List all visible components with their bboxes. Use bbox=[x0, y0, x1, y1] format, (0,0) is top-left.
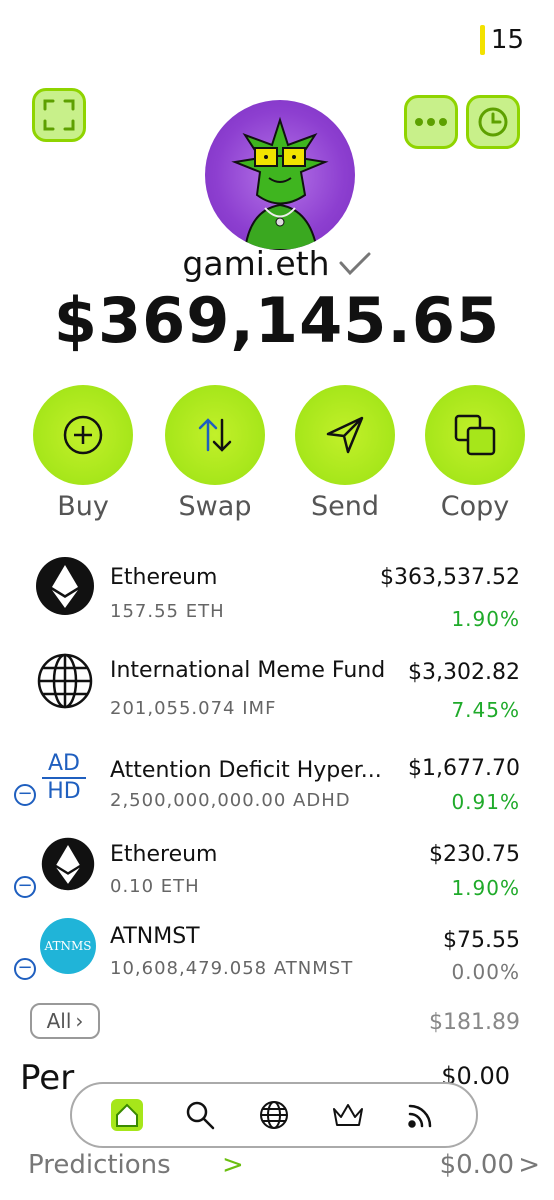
adhd-icon-bottom-text: HD bbox=[47, 779, 81, 804]
nav-rewards[interactable] bbox=[328, 1095, 368, 1135]
home-icon bbox=[110, 1099, 143, 1131]
send-label: Send bbox=[310, 491, 379, 522]
ethereum-icon bbox=[40, 836, 96, 892]
avatar-character-icon bbox=[231, 116, 329, 250]
token-name: Ethereum bbox=[110, 842, 218, 867]
token-name: International Meme Fund bbox=[110, 658, 386, 683]
search-icon bbox=[187, 1101, 215, 1130]
perps-label: Per bbox=[20, 1058, 75, 1098]
bottom-nav bbox=[70, 1082, 478, 1148]
buy-label: Buy bbox=[57, 491, 109, 522]
globe-icon bbox=[34, 650, 96, 712]
token-name: Ethereum bbox=[110, 565, 218, 590]
token-change: 1.90% bbox=[451, 876, 520, 900]
token-change: 0.00% bbox=[451, 960, 520, 984]
atnms-icon: ATNMS bbox=[40, 918, 96, 974]
token-amount: 0.10 ETH bbox=[110, 876, 200, 897]
swap-button[interactable]: Swap bbox=[160, 385, 270, 522]
buy-button[interactable]: Buy bbox=[28, 385, 138, 522]
remove-token-button[interactable]: − bbox=[14, 784, 36, 806]
chevron-right-icon: › bbox=[75, 1009, 84, 1033]
nav-search[interactable] bbox=[180, 1095, 220, 1135]
send-icon bbox=[326, 416, 364, 454]
avatar[interactable] bbox=[205, 100, 355, 250]
token-amount: 2,500,000,000.00 ADHD bbox=[110, 790, 351, 811]
send-button[interactable]: Send bbox=[290, 385, 400, 522]
buy-circle[interactable] bbox=[33, 385, 133, 485]
swap-label: Swap bbox=[178, 491, 252, 522]
status-indicator: 15 bbox=[479, 25, 524, 55]
token-amount: 157.55 ETH bbox=[110, 601, 225, 622]
scan-icon bbox=[43, 99, 75, 131]
status-bar-icon bbox=[479, 25, 485, 55]
token-amount: 201,055.074 IMF bbox=[110, 698, 277, 719]
nav-feed[interactable] bbox=[401, 1095, 441, 1135]
more-button[interactable] bbox=[404, 95, 458, 149]
adhd-icon: AD HD bbox=[40, 752, 88, 806]
remove-token-button[interactable]: − bbox=[14, 876, 36, 898]
nav-home[interactable] bbox=[107, 1095, 147, 1135]
copy-button[interactable]: Copy bbox=[420, 385, 530, 522]
all-tokens-button[interactable]: All › bbox=[30, 1003, 100, 1039]
predictions-value: $0.00 bbox=[439, 1150, 514, 1180]
predictions-chevron-icon[interactable]: > bbox=[222, 1150, 244, 1180]
token-value: $1,677.70 bbox=[408, 756, 520, 781]
crown-icon bbox=[332, 1104, 363, 1126]
token-value: $75.55 bbox=[443, 928, 520, 953]
username-row: gami.eth bbox=[0, 244, 554, 283]
scan-button[interactable] bbox=[32, 88, 86, 142]
token-name: Attention Deficit Hyper... bbox=[110, 758, 382, 783]
verified-check-icon bbox=[339, 252, 371, 275]
remove-token-button[interactable]: − bbox=[14, 958, 36, 980]
token-amount: 10,608,479.058 ATNMST bbox=[110, 958, 354, 979]
copy-label: Copy bbox=[440, 491, 510, 522]
send-circle[interactable] bbox=[295, 385, 395, 485]
token-value: $3,302.82 bbox=[408, 660, 520, 685]
adhd-icon-top-text: AD bbox=[48, 751, 80, 776]
ethereum-icon bbox=[34, 555, 96, 617]
atnms-icon-text: ATNMS bbox=[44, 939, 92, 953]
token-value: $363,537.52 bbox=[380, 565, 520, 590]
token-name: ATNMST bbox=[110, 924, 200, 949]
copy-icon bbox=[454, 414, 496, 456]
all-total-value: $181.89 bbox=[429, 1010, 520, 1035]
status-count: 15 bbox=[490, 25, 524, 55]
token-change: 0.91% bbox=[451, 790, 520, 814]
username: gami.eth bbox=[182, 244, 330, 283]
history-button[interactable] bbox=[466, 95, 520, 149]
more-icon bbox=[415, 118, 447, 126]
predictions-label[interactable]: Predictions bbox=[28, 1150, 171, 1180]
total-balance: $369,145.65 bbox=[53, 284, 501, 357]
swap-circle[interactable] bbox=[165, 385, 265, 485]
predictions-value-chevron-icon[interactable]: > bbox=[518, 1150, 540, 1180]
all-label: All bbox=[46, 1009, 72, 1033]
token-change: 1.90% bbox=[451, 607, 520, 631]
swap-arrows-icon bbox=[198, 418, 232, 452]
nav-explore[interactable] bbox=[254, 1095, 294, 1135]
token-change: 7.45% bbox=[451, 698, 520, 722]
plus-circle-icon bbox=[63, 415, 103, 455]
clock-icon bbox=[478, 107, 508, 137]
token-value: $230.75 bbox=[429, 842, 520, 867]
feed-icon bbox=[408, 1104, 432, 1128]
copy-circle[interactable] bbox=[425, 385, 525, 485]
globe-icon bbox=[259, 1101, 288, 1129]
